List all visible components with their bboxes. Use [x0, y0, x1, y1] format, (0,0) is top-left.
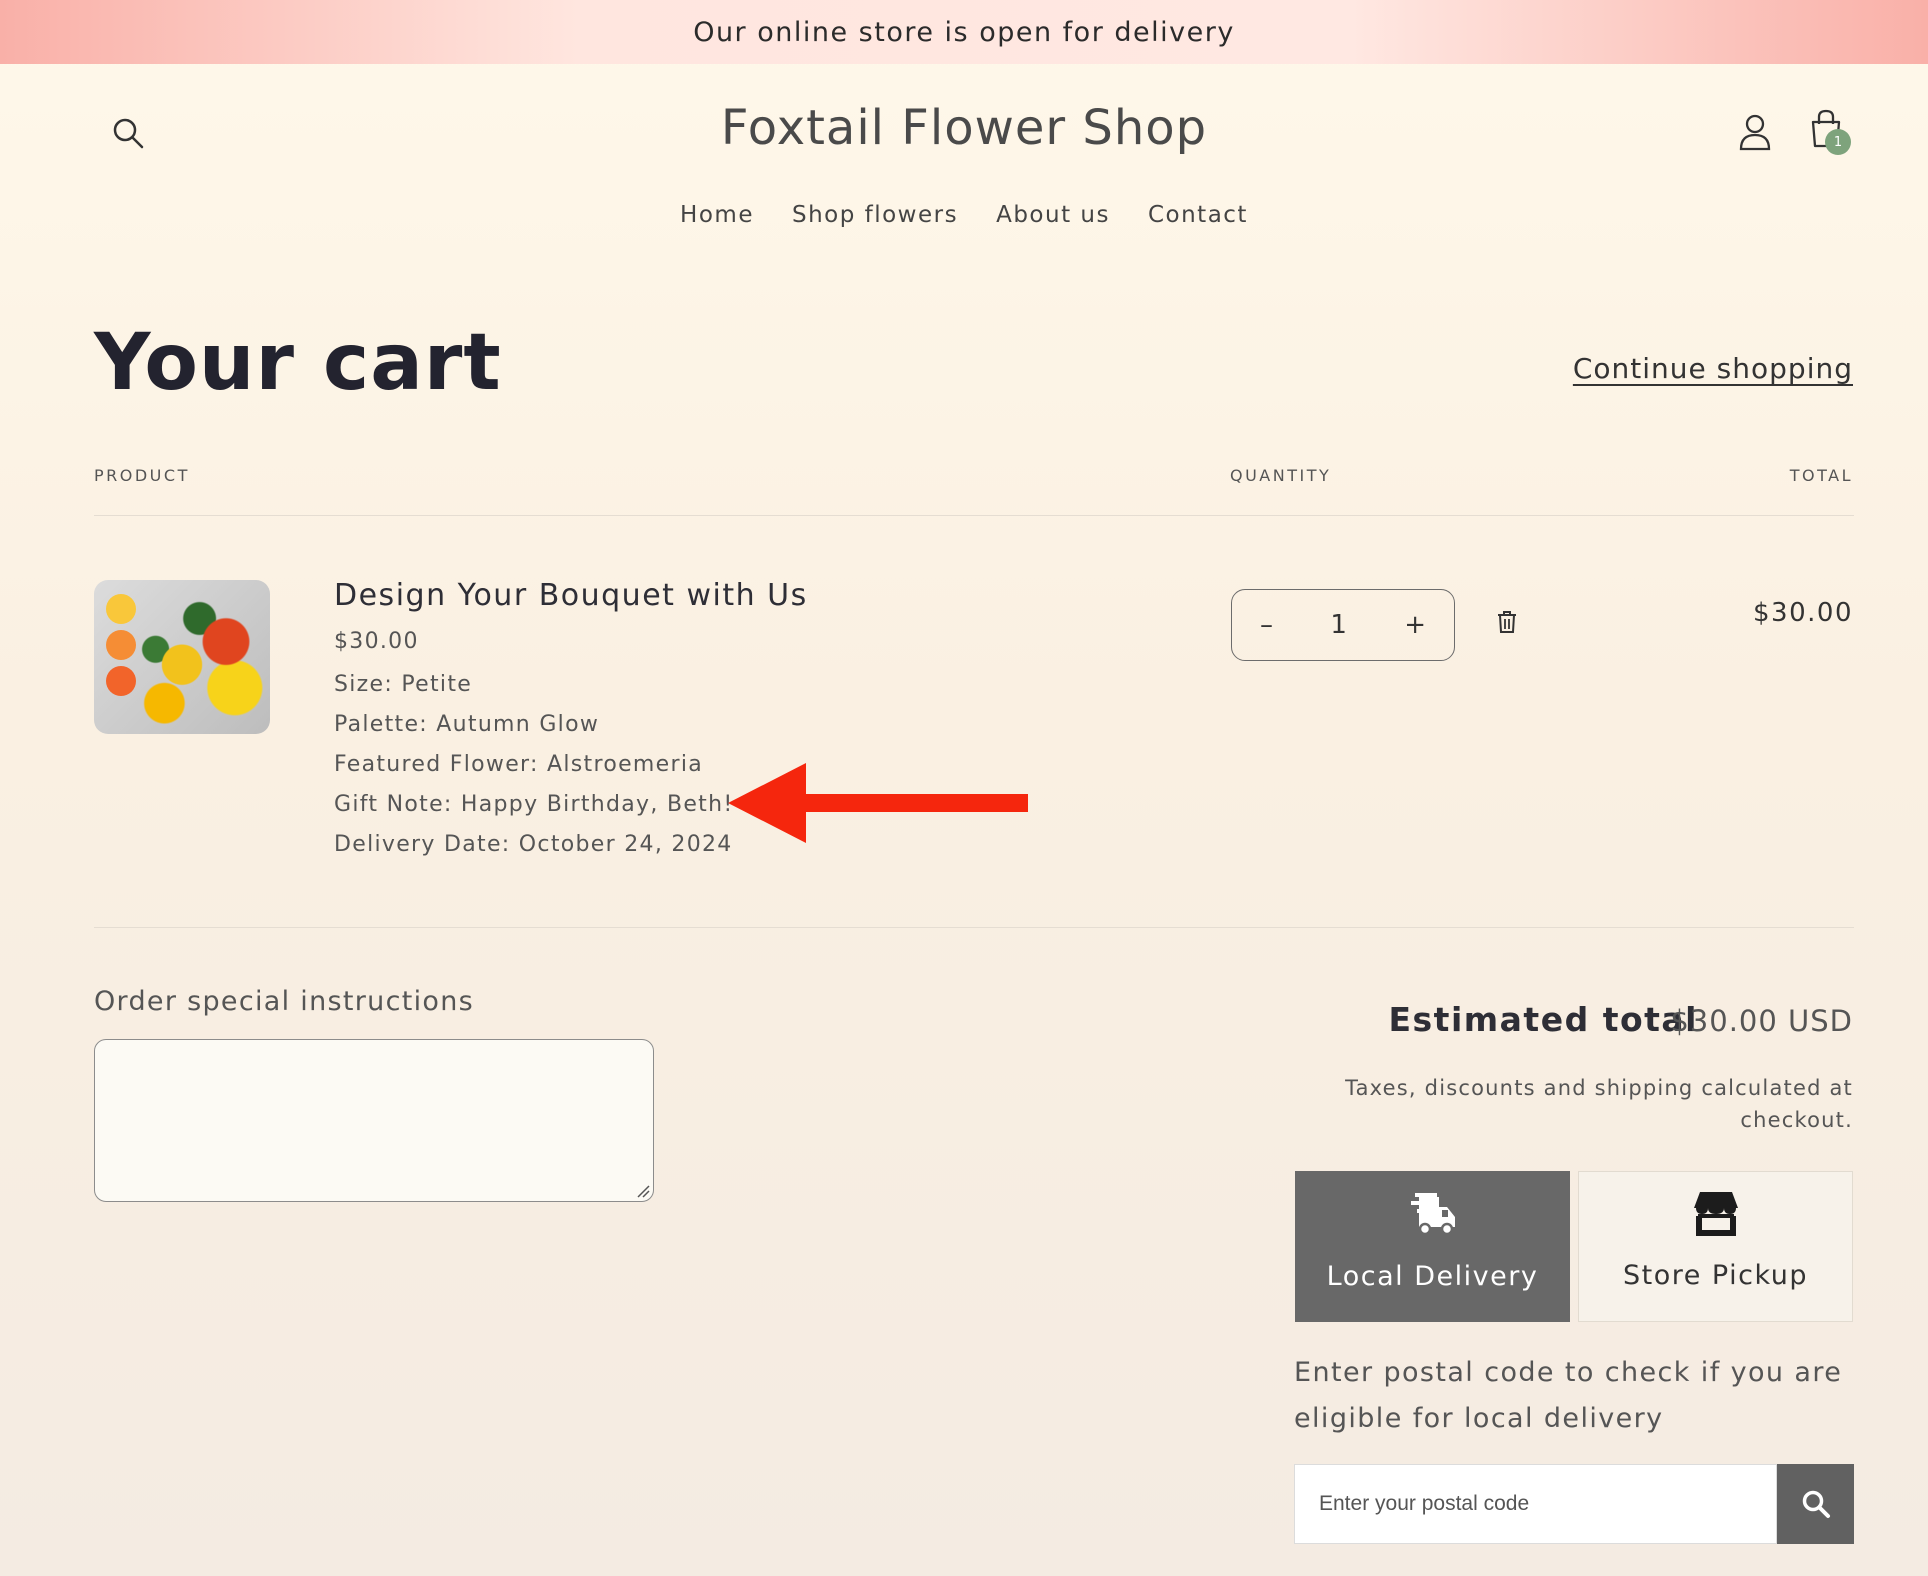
account-icon[interactable] [1738, 113, 1772, 155]
product-thumbnail[interactable] [94, 580, 270, 734]
nav-home[interactable]: Home [680, 202, 754, 228]
search-icon [1802, 1490, 1830, 1518]
instructions-textarea[interactable] [94, 1039, 654, 1202]
tab-local-delivery[interactable]: Local Delivery [1295, 1171, 1570, 1322]
product-option: Gift Note: Happy Birthday, Beth! [334, 792, 734, 817]
palette-swatch [106, 666, 136, 696]
palette-swatch [106, 594, 136, 624]
announcement-bar: Our online store is open for delivery [0, 0, 1928, 64]
postal-code-input[interactable] [1294, 1464, 1777, 1544]
quantity-value[interactable]: 1 [1330, 610, 1347, 640]
column-header-product: PRODUCT [94, 466, 190, 485]
tab-store-pickup[interactable]: Store Pickup [1578, 1171, 1853, 1322]
tab-label: Store Pickup [1622, 1260, 1809, 1291]
product-option: Featured Flower: Alstroemeria [334, 752, 704, 777]
column-header-total: TOTAL [1789, 466, 1853, 485]
nav-contact[interactable]: Contact [1148, 202, 1248, 228]
cart-count-badge: 1 [1825, 129, 1851, 155]
resize-handle-icon[interactable] [636, 1184, 650, 1198]
product-option: Size: Petite [334, 672, 473, 697]
instructions-label: Order special instructions [94, 986, 475, 1017]
tax-note: Taxes, discounts and shipping calculated… [1345, 1076, 1853, 1132]
product-price: $30.00 [334, 629, 419, 654]
continue-shopping-link[interactable]: Continue shopping [1573, 352, 1853, 385]
trash-icon[interactable] [1496, 610, 1518, 638]
divider [94, 927, 1854, 928]
quantity-stepper[interactable]: – 1 + [1231, 589, 1455, 661]
product-option: Palette: Autumn Glow [334, 712, 600, 737]
divider [94, 515, 1854, 516]
postal-search-button[interactable] [1777, 1464, 1854, 1544]
estimated-total-value: $30.00 USD [1670, 1004, 1853, 1038]
palette-swatch [106, 630, 136, 660]
main-nav: Home Shop flowers About us Contact [0, 202, 1928, 228]
column-header-quantity: QUANTITY [1230, 466, 1332, 485]
announcement-text: Our online store is open for delivery [693, 16, 1235, 48]
store-icon [1693, 1192, 1738, 1236]
line-item-total: $30.00 [1753, 598, 1853, 628]
annotation-arrow-icon [728, 763, 1028, 843]
postal-code-prompt: Enter postal code to check if you are el… [1294, 1357, 1843, 1434]
product-option: Delivery Date: October 24, 2024 [334, 832, 733, 857]
page-title: Your cart [94, 318, 502, 408]
nav-shop-flowers[interactable]: Shop flowers [792, 202, 958, 228]
increase-quantity-button[interactable]: + [1404, 610, 1426, 640]
nav-about-us[interactable]: About us [996, 202, 1110, 228]
decrease-quantity-button[interactable]: – [1260, 610, 1273, 640]
truck-icon [1410, 1193, 1455, 1236]
tab-label: Local Delivery [1326, 1261, 1539, 1292]
estimated-total-label: Estimated total [1388, 1000, 1698, 1039]
product-name[interactable]: Design Your Bouquet with Us [334, 578, 808, 613]
site-title[interactable]: Foxtail Flower Shop [0, 100, 1928, 156]
